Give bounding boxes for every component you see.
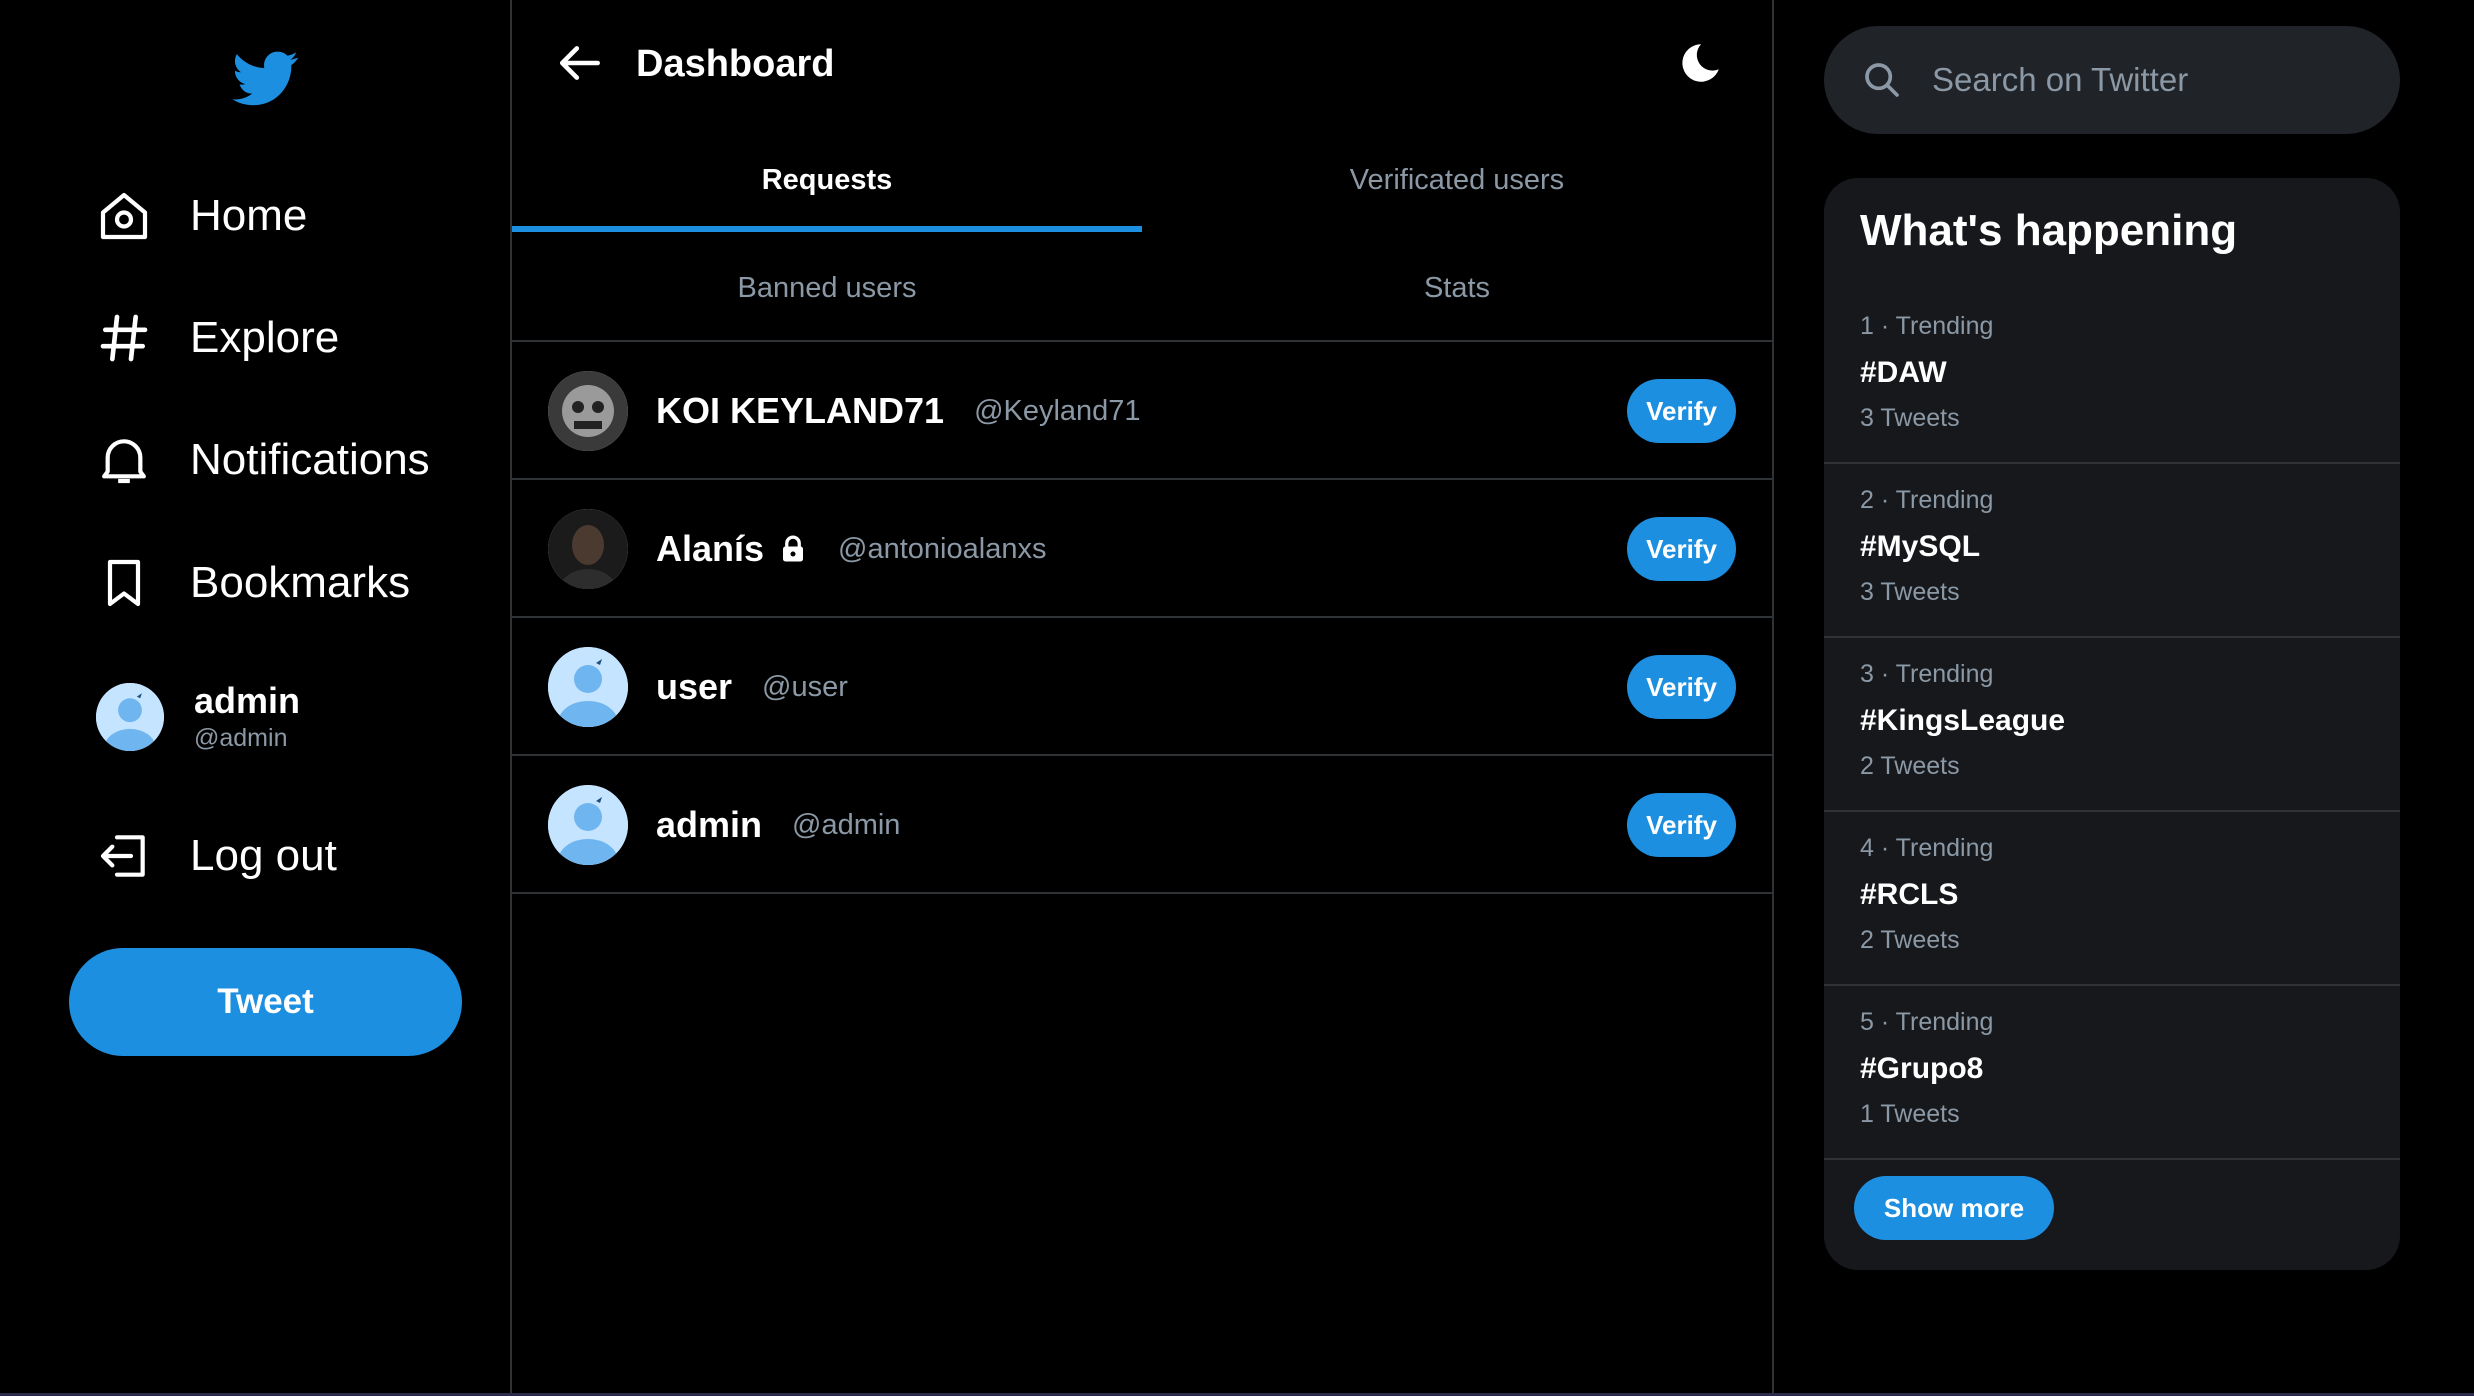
verify-button[interactable]: Verify xyxy=(1627,517,1736,581)
tab-stats[interactable]: Stats xyxy=(1142,236,1772,340)
trend-tag: #RCLS xyxy=(1860,878,1959,911)
list-item[interactable]: KOI KEYLAND71 @Keyland71 Verify xyxy=(512,344,1772,480)
sidebar-item-bookmarks[interactable]: Bookmarks xyxy=(96,543,410,623)
show-more-button[interactable]: Show more xyxy=(1854,1176,2054,1240)
moon-icon[interactable] xyxy=(1674,38,1724,88)
trend-item[interactable]: 3 · Trending #KingsLeague 2 Tweets xyxy=(1824,638,2400,812)
trend-tag: #DAW xyxy=(1860,356,1947,389)
trend-count: 2 Tweets xyxy=(1860,752,1960,780)
list-item[interactable]: admin @admin Verify xyxy=(512,758,1772,894)
trend-meta: 4 · Trending xyxy=(1860,834,1994,862)
tweet-button[interactable]: Tweet xyxy=(69,948,462,1056)
trend-item[interactable]: 1 · Trending #DAW 3 Tweets xyxy=(1824,290,2400,464)
user-name: admin xyxy=(656,804,763,845)
trend-count: 2 Tweets xyxy=(1860,926,1960,954)
trend-meta: 2 · Trending xyxy=(1860,486,1994,514)
search-icon xyxy=(1865,63,1899,97)
avatar xyxy=(548,371,628,451)
trend-tag: #Grupo8 xyxy=(1860,1052,1984,1085)
page-header: Dashboard xyxy=(512,0,1772,128)
verify-button[interactable]: Verify xyxy=(1627,379,1736,443)
list-item[interactable]: Alanís @antonioalanxs Verify xyxy=(512,482,1772,618)
trend-tag: #KingsLeague xyxy=(1860,704,2066,737)
tab-label: Stats xyxy=(1423,271,1491,304)
trend-item[interactable]: 2 · Trending #MySQL 3 Tweets xyxy=(1824,464,2400,638)
back-arrow-icon[interactable] xyxy=(556,38,606,88)
divider xyxy=(512,340,1772,342)
lock-icon xyxy=(783,535,804,562)
tab-verificated-users[interactable]: Verificated users xyxy=(1142,128,1772,232)
user-handle: @antonioalanxs xyxy=(838,532,1047,565)
sidebar-profile[interactable]: admin @admin xyxy=(96,680,300,754)
trends-panel: What's happening 1 · Trending #DAW 3 Twe… xyxy=(1824,178,2400,1270)
bookmark-icon xyxy=(107,559,141,607)
sidebar-item-label: Bookmarks xyxy=(190,558,411,607)
trend-count: 3 Tweets xyxy=(1860,578,1960,606)
tab-requests[interactable]: Requests xyxy=(512,128,1142,232)
trend-count: 3 Tweets xyxy=(1860,404,1960,432)
user-handle: @Keyland71 xyxy=(974,394,1141,427)
avatar xyxy=(96,683,164,751)
logout-button[interactable]: Log out xyxy=(96,816,337,896)
home-icon xyxy=(100,192,148,240)
sidebar-item-label: Home xyxy=(190,191,308,240)
logout-label: Log out xyxy=(190,831,337,880)
tab-banned-users[interactable]: Banned users xyxy=(512,236,1142,340)
trend-item[interactable]: 4 · Trending #RCLS 2 Tweets xyxy=(1824,812,2400,986)
sidebar-item-label: Notifications xyxy=(190,435,430,484)
sidebar-item-home[interactable]: Home xyxy=(96,176,307,256)
twitter-logo-icon[interactable] xyxy=(228,45,304,111)
user-handle: @user xyxy=(762,670,848,703)
user-name: KOI KEYLAND71 xyxy=(656,390,945,431)
tab-label: Verificated users xyxy=(1349,163,1565,196)
tab-label: Requests xyxy=(761,163,893,196)
active-tab-indicator xyxy=(512,226,1142,232)
sidebar-item-explore[interactable]: Explore xyxy=(96,298,339,378)
avatar xyxy=(548,509,628,589)
profile-name: admin xyxy=(194,680,301,721)
trend-item[interactable]: 5 · Trending #Grupo8 1 Tweets xyxy=(1824,986,2400,1160)
avatar xyxy=(548,647,628,727)
hashtag-icon xyxy=(100,314,148,362)
trend-count: 1 Tweets xyxy=(1860,1100,1960,1128)
logout-icon xyxy=(100,835,145,877)
list-item[interactable]: user @user Verify xyxy=(512,620,1772,756)
user-handle: @admin xyxy=(792,808,901,841)
search-bar[interactable] xyxy=(1824,26,2400,134)
tab-label: Banned users xyxy=(737,271,917,304)
avatar xyxy=(548,785,628,865)
trend-meta: 1 · Trending xyxy=(1860,312,1994,340)
trends-title: What's happening xyxy=(1860,206,2238,255)
user-name: user xyxy=(656,666,733,707)
sidebar-item-label: Explore xyxy=(190,313,340,362)
user-name: Alanís xyxy=(656,528,808,570)
main-column: Dashboard Requests Verificated users Ban… xyxy=(512,0,1774,1396)
search-input[interactable] xyxy=(1930,60,2354,100)
page-title: Dashboard xyxy=(636,43,835,85)
trend-tag: #MySQL xyxy=(1860,530,1981,563)
bell-icon xyxy=(102,439,146,484)
sidebar: Home Explore Notifications Bookmarks adm… xyxy=(0,0,512,1396)
profile-handle: @admin xyxy=(194,724,288,752)
verify-button[interactable]: Verify xyxy=(1627,793,1736,857)
sidebar-item-notifications[interactable]: Notifications xyxy=(96,420,430,500)
verify-button[interactable]: Verify xyxy=(1627,655,1736,719)
trend-meta: 3 · Trending xyxy=(1860,660,1994,688)
trend-meta: 5 · Trending xyxy=(1860,1008,1994,1036)
